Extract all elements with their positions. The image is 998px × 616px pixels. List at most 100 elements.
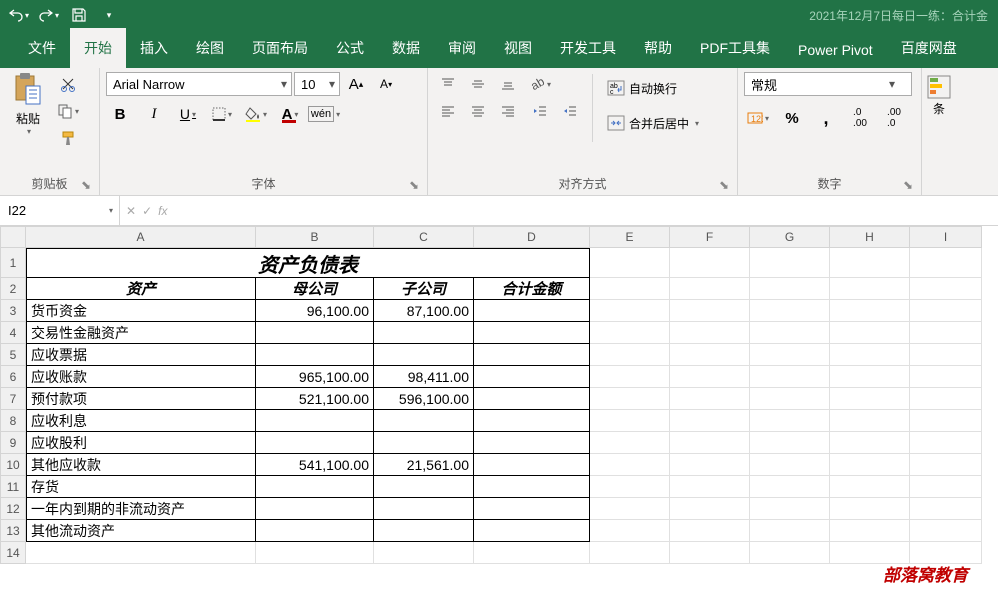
cell[interactable] [830, 454, 910, 476]
cell[interactable] [590, 476, 670, 498]
number-format-combo[interactable]: ▾ [744, 72, 912, 96]
tab-开始[interactable]: 开始 [70, 28, 126, 68]
align-launcher-icon[interactable]: ⬊ [717, 178, 731, 192]
cell[interactable] [374, 476, 474, 498]
cell[interactable] [750, 476, 830, 498]
cancel-formula-button[interactable]: ✕ [126, 204, 136, 218]
cell[interactable] [670, 344, 750, 366]
redo-button[interactable]: ▾ [36, 2, 62, 28]
cell[interactable] [590, 542, 670, 564]
cell[interactable] [590, 520, 670, 542]
cell[interactable] [910, 300, 982, 322]
row-header[interactable]: 2 [0, 278, 26, 300]
cell[interactable] [830, 388, 910, 410]
cell[interactable] [910, 278, 982, 300]
cell[interactable] [750, 388, 830, 410]
cell[interactable]: 资产 [26, 278, 256, 300]
tab-数据[interactable]: 数据 [378, 28, 434, 68]
cell[interactable] [830, 278, 910, 300]
cell[interactable] [590, 300, 670, 322]
cell[interactable]: 子公司 [374, 278, 474, 300]
cell[interactable]: 一年内到期的非流动资产 [26, 498, 256, 520]
qat-more-button[interactable]: ▾ [96, 2, 122, 28]
row-header[interactable]: 8 [0, 410, 26, 432]
cell[interactable] [590, 388, 670, 410]
align-top-button[interactable] [434, 72, 462, 96]
col-header[interactable]: I [910, 226, 982, 248]
undo-button[interactable]: ▾ [6, 2, 32, 28]
cell[interactable] [830, 410, 910, 432]
row-header[interactable]: 12 [0, 498, 26, 520]
cell[interactable] [374, 432, 474, 454]
cell[interactable]: 预付款项 [26, 388, 256, 410]
row-header[interactable]: 5 [0, 344, 26, 366]
cell[interactable] [670, 278, 750, 300]
orientation-button[interactable]: ab▾ [526, 72, 554, 96]
row-header[interactable]: 11 [0, 476, 26, 498]
row-header[interactable]: 13 [0, 520, 26, 542]
cell[interactable] [750, 248, 830, 278]
cell[interactable] [670, 388, 750, 410]
cell[interactable] [750, 300, 830, 322]
cell[interactable] [474, 322, 590, 344]
cell[interactable] [474, 520, 590, 542]
row-header[interactable]: 3 [0, 300, 26, 322]
tab-PDF工具集[interactable]: PDF工具集 [686, 28, 784, 68]
cell[interactable]: 存货 [26, 476, 256, 498]
cell[interactable]: 87,100.00 [374, 300, 474, 322]
merge-center-button[interactable]: 合并后居中▾ [601, 107, 705, 139]
cell[interactable] [590, 432, 670, 454]
cell[interactable]: 其他流动资产 [26, 520, 256, 542]
cell[interactable] [256, 498, 374, 520]
align-center-button[interactable] [464, 99, 492, 123]
phonetic-button[interactable]: wén▾ [310, 102, 338, 126]
decrease-decimal-button[interactable]: .00.0 [880, 106, 908, 130]
cell[interactable] [830, 300, 910, 322]
cell[interactable] [670, 300, 750, 322]
tab-插入[interactable]: 插入 [126, 28, 182, 68]
col-header[interactable]: F [670, 226, 750, 248]
cell[interactable] [910, 344, 982, 366]
cell[interactable]: 541,100.00 [256, 454, 374, 476]
fx-button[interactable]: fx [158, 204, 167, 218]
cell[interactable] [910, 476, 982, 498]
cell[interactable] [374, 542, 474, 564]
cell[interactable]: 交易性金融资产 [26, 322, 256, 344]
bold-button[interactable]: B [106, 102, 134, 126]
cell[interactable] [670, 322, 750, 344]
cell[interactable] [910, 432, 982, 454]
cell[interactable] [750, 520, 830, 542]
cell[interactable] [590, 454, 670, 476]
copy-button[interactable]: ▾ [54, 99, 82, 123]
cell[interactable] [830, 520, 910, 542]
border-button[interactable]: ▾ [208, 102, 236, 126]
cell[interactable] [670, 520, 750, 542]
cell[interactable] [474, 300, 590, 322]
cell[interactable] [910, 388, 982, 410]
cell[interactable] [590, 344, 670, 366]
percent-button[interactable]: % [778, 106, 806, 130]
align-bottom-button[interactable] [494, 72, 522, 96]
row-header[interactable]: 14 [0, 542, 26, 564]
cell[interactable] [750, 410, 830, 432]
font-size-combo[interactable]: ▾ [294, 72, 340, 96]
cell[interactable] [256, 344, 374, 366]
cell[interactable] [374, 322, 474, 344]
row-header[interactable]: 7 [0, 388, 26, 410]
cut-button[interactable] [54, 72, 82, 96]
cell[interactable]: 596,100.00 [374, 388, 474, 410]
col-header[interactable]: A [26, 226, 256, 248]
cell[interactable] [256, 432, 374, 454]
cell[interactable] [474, 388, 590, 410]
cell[interactable] [474, 366, 590, 388]
align-right-button[interactable] [494, 99, 522, 123]
number-launcher-icon[interactable]: ⬊ [901, 178, 915, 192]
cell[interactable]: 应收账款 [26, 366, 256, 388]
row-header[interactable]: 6 [0, 366, 26, 388]
cell[interactable] [256, 542, 374, 564]
tab-百度网盘[interactable]: 百度网盘 [887, 28, 971, 68]
cell[interactable] [750, 432, 830, 454]
cell[interactable] [474, 344, 590, 366]
align-left-button[interactable] [434, 99, 462, 123]
cell[interactable] [26, 542, 256, 564]
